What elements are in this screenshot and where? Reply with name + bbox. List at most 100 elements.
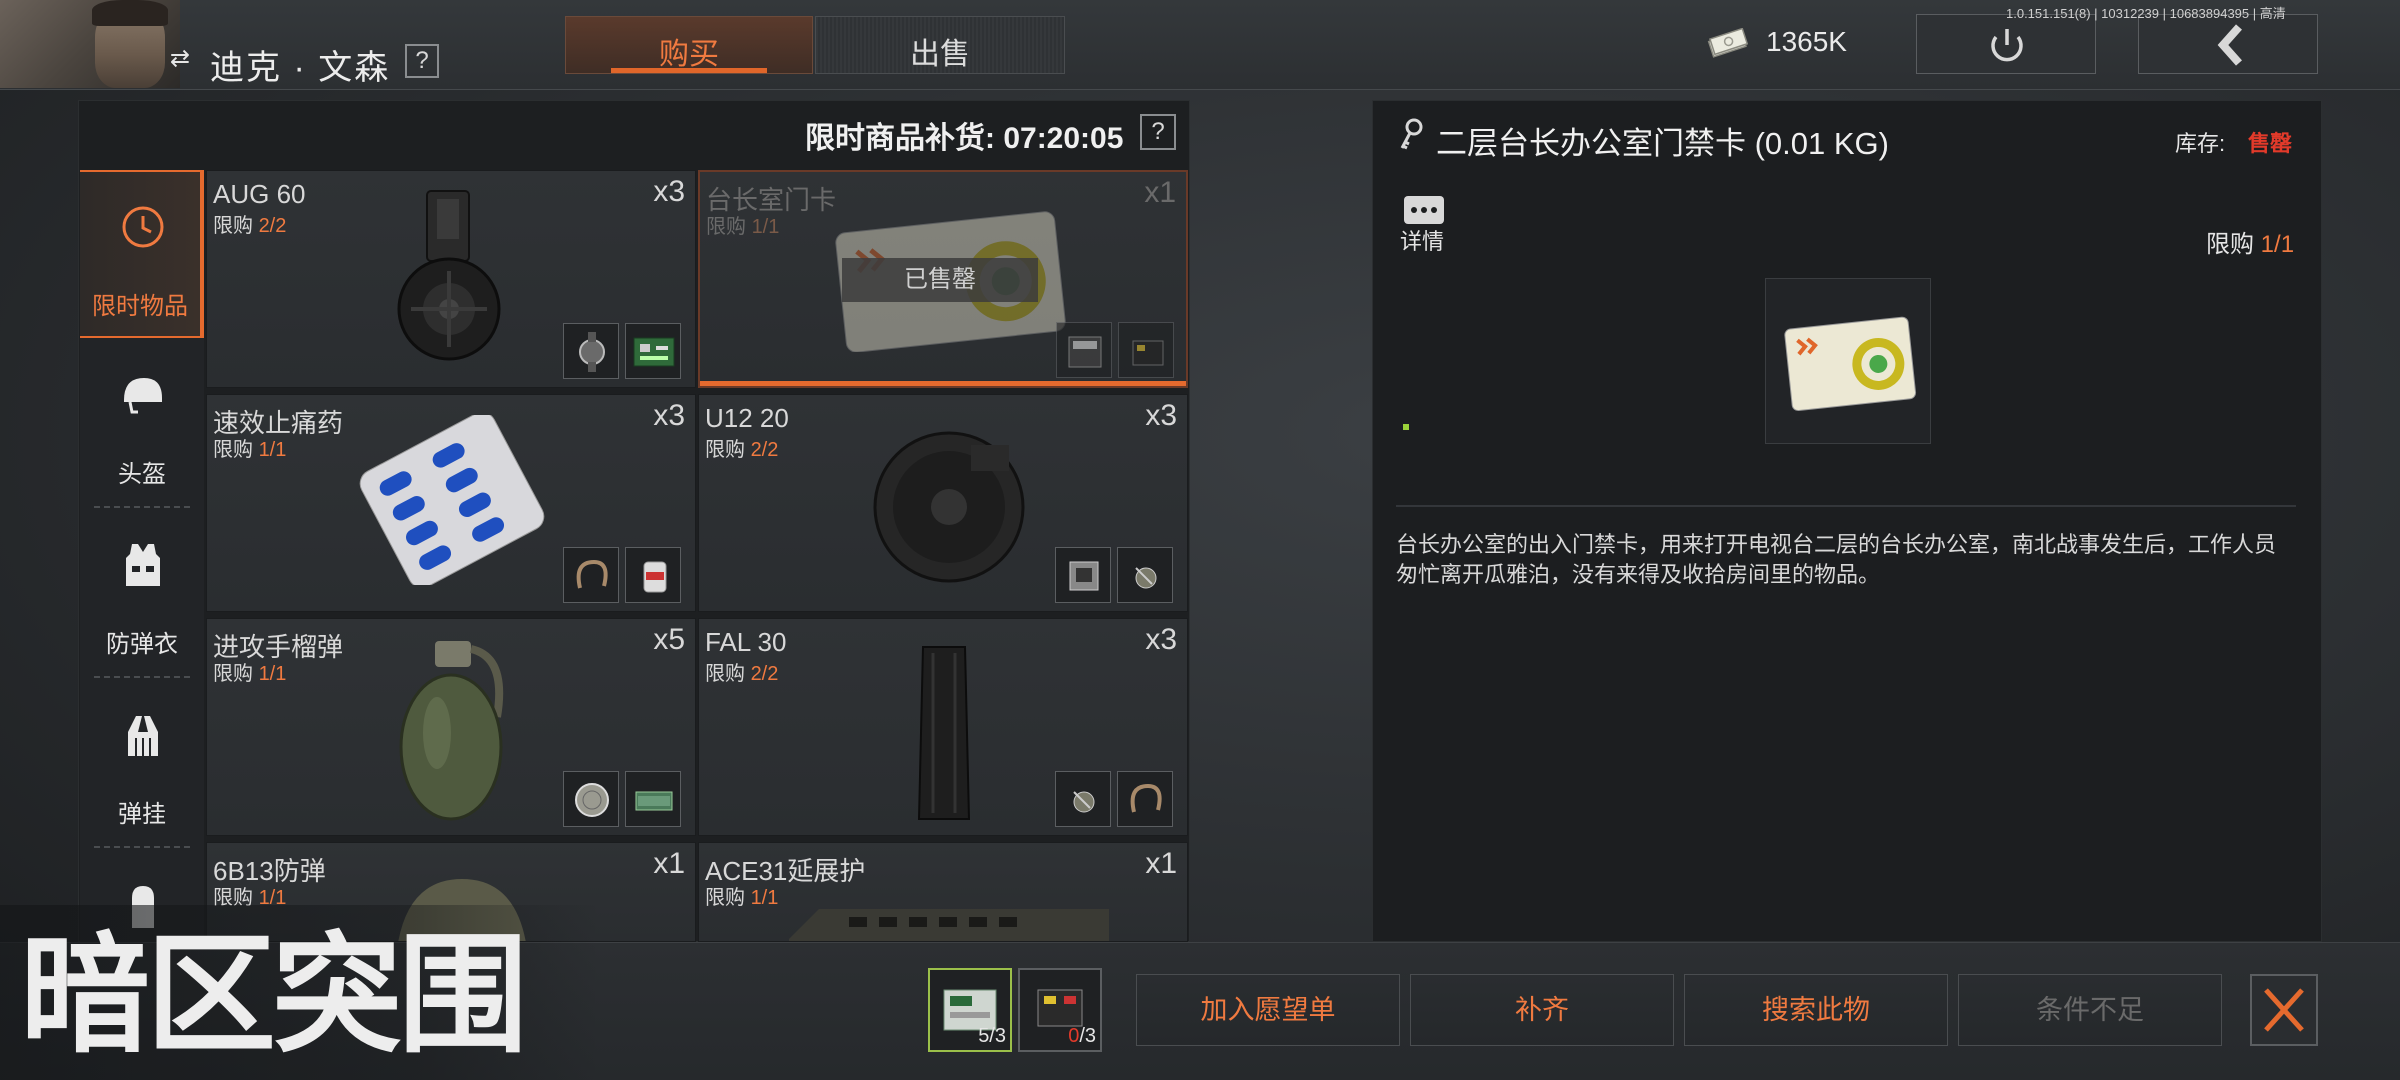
item-name: U12 20 <box>705 403 789 433</box>
material-slot[interactable]: 5/3 <box>928 968 1012 1052</box>
item-limit: 限购 1/1 <box>213 663 287 685</box>
purchase-button-disabled[interactable]: 条件不足 <box>1958 974 2222 1046</box>
details-label[interactable]: 详情 <box>1400 224 1444 256</box>
battery-icon <box>1132 340 1164 366</box>
search-item-button[interactable]: 搜索此物 <box>1684 974 1948 1046</box>
item-limit: 限购 2/2 <box>705 663 779 685</box>
required-item-slot[interactable] <box>563 547 619 603</box>
circuit-board-icon <box>633 337 675 367</box>
active-tab-indicator <box>611 68 767 73</box>
character-avatar[interactable] <box>0 0 180 88</box>
item-name: FAL 30 <box>705 627 787 657</box>
back-chevron-icon <box>2217 24 2242 66</box>
clock-icon <box>122 206 164 248</box>
character-name: 迪克 · 文森 <box>210 49 391 87</box>
category-body-armor[interactable]: 防弹衣 <box>80 510 204 678</box>
material-count: 0/3 <box>1068 1025 1096 1047</box>
replenish-button[interactable]: 补齐 <box>1410 974 1674 1046</box>
tab-buy[interactable]: 购买 <box>565 16 813 74</box>
item-quantity: x1 <box>1144 176 1176 209</box>
close-icon <box>2264 988 2304 1032</box>
shop-item-card[interactable]: AUG 60 限购 2/2 x3 <box>206 170 696 388</box>
device-icon <box>1069 561 1099 591</box>
item-description: 台长办公室的出入门禁卡，用来打开电视台二层的台长办公室，南北战事发生后，工作人员… <box>1396 532 2277 587</box>
required-item-slot[interactable] <box>1055 771 1111 827</box>
required-item-slot[interactable] <box>625 323 681 379</box>
required-item-slot[interactable] <box>1117 771 1173 827</box>
category-limited[interactable]: 限时物品 <box>80 170 204 338</box>
required-item-slot[interactable] <box>563 323 619 379</box>
item-limit: 限购 2/2 <box>705 439 779 461</box>
canister-icon <box>643 561 667 593</box>
category-rail: 限时物品 头盔 防弹衣 弹挂 <box>80 170 204 942</box>
item-quantity: x3 <box>1145 623 1177 656</box>
required-item-slot[interactable] <box>563 771 619 827</box>
item-name: AUG 60 <box>213 179 306 209</box>
power-icon <box>1991 29 2023 62</box>
chest-rig-icon <box>128 716 158 756</box>
restock-help-button[interactable]: ? <box>1140 114 1176 150</box>
item-quantity: x3 <box>1145 399 1177 432</box>
back-button[interactable] <box>2138 14 2318 74</box>
item-preview <box>1765 278 1931 444</box>
tab-sell-label: 出售 <box>910 38 970 71</box>
item-quantity: x5 <box>653 623 685 656</box>
hose-icon <box>576 559 608 589</box>
character-help-button[interactable]: ? <box>405 44 439 78</box>
restock-timer: 限时商品补货: 07:20:05 <box>805 122 1124 155</box>
stock-status: 售罄 <box>2248 131 2293 156</box>
shop-item-card[interactable]: 进攻手榴弹 限购 1/1 x5 <box>206 618 696 836</box>
pill-blister-image <box>359 415 545 585</box>
selected-indicator <box>700 381 1186 386</box>
item-quantity: x1 <box>1145 847 1177 880</box>
access-card-image <box>1784 316 1917 412</box>
cash-stack-icon <box>635 791 673 811</box>
category-label: 防弹衣 <box>106 631 178 658</box>
add-to-wishlist-button[interactable]: 加入愿望单 <box>1136 974 1400 1046</box>
stock-label: 库存: <box>2175 131 2226 156</box>
required-item-slot[interactable] <box>1118 322 1174 378</box>
tab-buy-label: 购买 <box>659 38 719 71</box>
shop-item-card[interactable]: FAL 30 限购 2/2 x3 <box>698 618 1188 836</box>
tab-sell[interactable]: 出售 <box>815 16 1065 74</box>
sold-out-tag: 已售罄 <box>842 258 1038 302</box>
material-slot[interactable]: 0/3 <box>1018 968 1102 1052</box>
required-item-slot[interactable] <box>1055 547 1111 603</box>
coin-icon <box>575 783 609 817</box>
drum-magazine-image <box>397 190 501 361</box>
category-label: 头盔 <box>118 461 166 488</box>
grenade-image <box>399 641 504 821</box>
item-quantity: x3 <box>653 399 685 432</box>
required-item-slot[interactable] <box>1056 322 1112 378</box>
category-label: 限时物品 <box>92 293 188 320</box>
game-logo-text: 暗区突围 <box>20 919 524 1070</box>
key-icon <box>1400 118 1423 150</box>
category-chest-rig[interactable]: 弹挂 <box>80 680 204 848</box>
hose-icon <box>1130 783 1162 813</box>
shop-item-card[interactable]: ACE31延展护 限购 1/1 x1 <box>698 842 1188 942</box>
handguard-image <box>789 909 1109 941</box>
item-limit: 限购 2/2 <box>213 215 287 237</box>
item-limit: 限购 1/1 <box>213 439 287 461</box>
shop-item-card[interactable]: U12 20 限购 2/2 x3 <box>698 394 1188 612</box>
power-button[interactable] <box>1916 14 2096 74</box>
game-logo: 暗区突围 <box>20 919 528 1070</box>
detail-purchase-limit: 限购 1/1 <box>2206 231 2295 258</box>
divider <box>1396 505 2296 507</box>
required-item-slot[interactable] <box>1117 547 1173 603</box>
category-label: 弹挂 <box>118 801 166 828</box>
rifle-magazine-image <box>917 646 971 820</box>
vest-icon <box>126 544 160 586</box>
material-count: 5/3 <box>978 1025 1006 1047</box>
required-item-slot[interactable] <box>625 547 681 603</box>
item-quantity: x3 <box>653 175 685 208</box>
grenade-pin-icon <box>1073 791 1095 813</box>
category-helmet[interactable]: 头盔 <box>80 340 204 508</box>
swap-icon[interactable]: ⇄ <box>170 46 200 72</box>
shop-item-card[interactable]: 速效止痛药 限购 1/1 x3 <box>206 394 696 612</box>
shop-item-card-sold-out[interactable]: 台长室门卡 限购 1/1 x1 已售罄 <box>698 170 1188 388</box>
required-item-slot[interactable] <box>625 771 681 827</box>
close-button[interactable] <box>2250 974 2318 1046</box>
item-detail-panel <box>1372 100 2322 942</box>
watch-icon <box>579 332 605 372</box>
